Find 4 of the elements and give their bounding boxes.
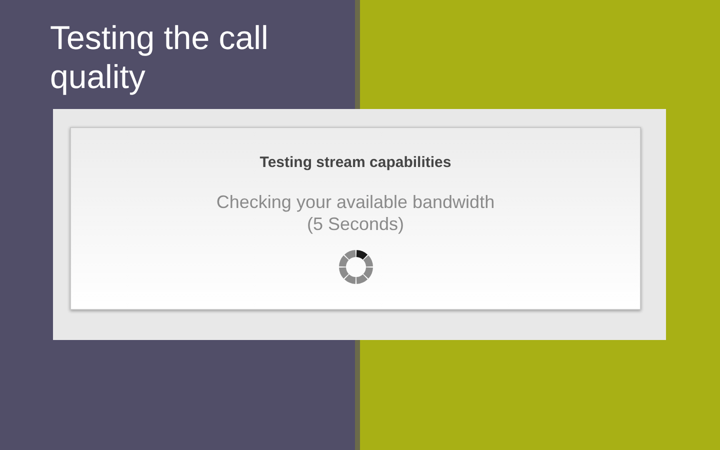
duration-text: (5 Seconds) (306, 212, 404, 234)
status-message: Checking your available bandwidth (216, 190, 495, 212)
dialog-heading: Testing stream capabilities (260, 153, 452, 173)
slide-title: Testing the call quality (50, 18, 270, 96)
